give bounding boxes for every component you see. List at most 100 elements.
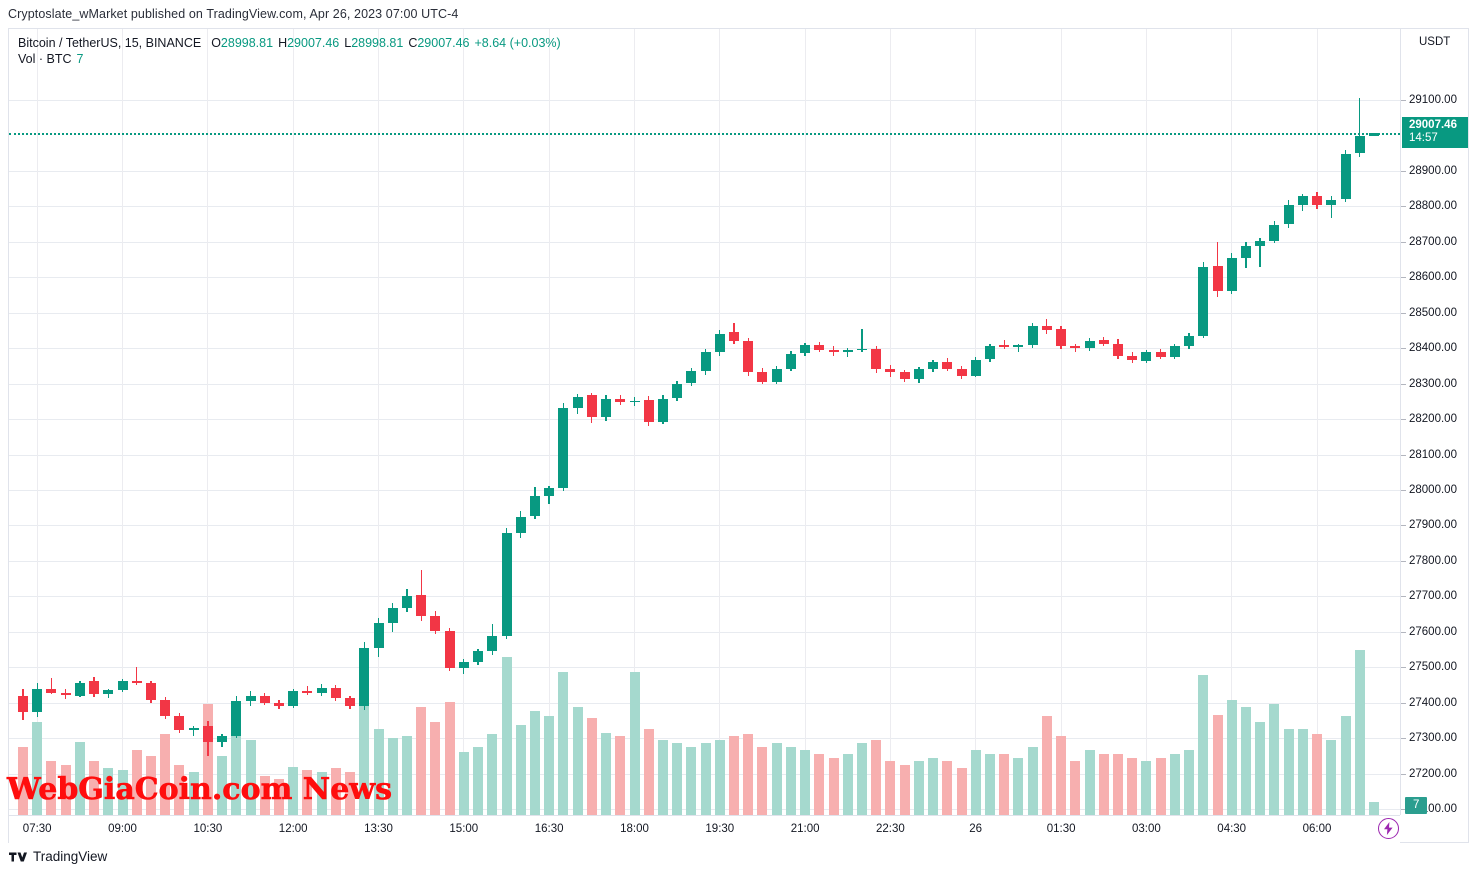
candle-body: [601, 398, 611, 418]
time-axis-label: 03:00: [1132, 823, 1161, 835]
time-axis-label: 22:30: [876, 823, 905, 835]
price-axis-tick: [1401, 241, 1406, 243]
price-axis-tick: [1401, 348, 1406, 350]
candle-body: [1027, 326, 1038, 346]
volume-bar: [828, 757, 839, 815]
volume-bar: [1041, 716, 1052, 815]
lightning-bolt-icon[interactable]: [1378, 818, 1399, 839]
candle-body: [231, 700, 242, 737]
candle-body: [885, 369, 896, 373]
candle-body: [202, 725, 213, 743]
volume-bar: [416, 707, 427, 815]
candle-body: [1269, 224, 1280, 242]
candle-body: [985, 346, 995, 360]
legend-high-value: 29007.46: [287, 36, 340, 50]
time-axis-label: 16:30: [534, 823, 564, 835]
candle-body: [188, 727, 199, 731]
current-price-tag: 29007.46 14:57: [1402, 116, 1468, 148]
legend-open-label: O: [211, 36, 221, 50]
candle-body: [345, 698, 356, 707]
price-axis-tick: [1401, 631, 1406, 633]
current-price-time: 14:57: [1409, 131, 1438, 144]
gridline-vertical: [975, 29, 977, 815]
candle-body: [586, 394, 597, 418]
gridline-horizontal: [9, 241, 1400, 243]
time-axis-label: 10:30: [193, 823, 223, 835]
candle-body: [1212, 265, 1223, 292]
candle-body: [401, 596, 412, 608]
price-axis-tick: [1401, 206, 1406, 208]
volume-bar: [1226, 700, 1237, 815]
time-axis[interactable]: 07:30 09:00 10:30 12:00 13:30 15:00 16:30 18:00…: [9, 815, 1400, 843]
candle-body: [46, 688, 57, 693]
candle-body: [373, 622, 384, 648]
candle-body: [771, 368, 782, 382]
candle-body: [899, 372, 910, 380]
time-axis-label: 21:00: [790, 823, 820, 835]
volume-bar: [757, 746, 768, 815]
price-axis-tick: [1401, 312, 1406, 314]
price-axis-label: 27400.00: [1409, 696, 1457, 709]
volume-bar: [800, 750, 811, 815]
candle-body: [1297, 196, 1308, 205]
price-axis-label: 27200.00: [1409, 767, 1457, 780]
candle-body: [274, 703, 284, 707]
candle-body: [288, 691, 299, 707]
plot-area[interactable]: Bitcoin / TetherUS, 15, BINANCE O28998.81…: [9, 29, 1400, 815]
gridline-horizontal: [9, 206, 1400, 208]
price-axis-label: 28800.00: [1409, 200, 1457, 213]
candle-body: [174, 716, 185, 731]
gridline-vertical: [889, 29, 891, 815]
gridline-horizontal: [9, 100, 1400, 101]
candle-body: [800, 345, 811, 354]
legend-volume-label[interactable]: Vol · BTC: [18, 52, 72, 66]
price-axis-currency: USDT: [1419, 36, 1451, 48]
volume-bar: [1169, 754, 1180, 815]
tradingview-logo[interactable]: TradingView: [9, 849, 107, 864]
gridline-horizontal: [9, 667, 1400, 669]
legend-symbol[interactable]: Bitcoin / TetherUS, 15, BINANCE: [18, 36, 201, 50]
price-axis-tick: [1401, 667, 1406, 669]
price-axis-label: 28200.00: [1409, 413, 1457, 426]
lightning-bolt-glyph: [1384, 822, 1393, 835]
tradingview-logo-text: TradingView: [33, 849, 108, 864]
legend-change-value: +8.64 (+0.03%): [474, 36, 561, 50]
candle-body: [473, 651, 483, 662]
time-axis-label: 26: [969, 823, 983, 835]
price-axis-tick: [1401, 419, 1406, 421]
candle-body: [316, 687, 327, 693]
volume-bar: [1198, 675, 1209, 815]
volume-bar: [885, 761, 896, 815]
candle-body: [785, 353, 796, 369]
legend-volume-row: Vol · BTC 7: [18, 51, 561, 67]
candle-body: [1141, 352, 1152, 361]
gridline-vertical: [122, 29, 123, 815]
gridline-vertical: [207, 29, 209, 815]
candle-body: [629, 400, 640, 403]
volume-value-badge: 7: [1405, 797, 1428, 814]
price-axis-tick: [1401, 738, 1406, 740]
candle-body: [515, 516, 526, 533]
volume-bar: [1255, 721, 1266, 815]
gridline-vertical: [804, 29, 806, 815]
price-axis-label: 29100.00: [1409, 94, 1457, 106]
current-price-line: [9, 132, 1400, 135]
candle-body: [1226, 257, 1237, 292]
price-axis-label: 27700.00: [1409, 590, 1457, 603]
candle-body: [1283, 204, 1294, 225]
candle-body: [103, 690, 114, 694]
volume-bar: [1297, 728, 1308, 815]
volume-bar: [657, 739, 668, 815]
price-axis[interactable]: USDT 29100.00 28900.00 28800.00 28700.00 286…: [1400, 29, 1468, 815]
price-axis-tick: [1401, 773, 1406, 775]
price-axis-label: 28700.00: [1409, 235, 1457, 248]
candle-body: [1013, 345, 1024, 348]
price-axis-label: 27800.00: [1409, 554, 1457, 567]
volume-bar: [814, 754, 825, 815]
volume-bar: [430, 721, 441, 815]
volume-bar: [771, 743, 782, 815]
volume-bar: [857, 743, 867, 815]
volume-bar: [529, 711, 540, 815]
volume-bar: [1340, 716, 1351, 815]
chart-legend: Bitcoin / TetherUS, 15, BINANCE O28998.81…: [18, 35, 561, 67]
